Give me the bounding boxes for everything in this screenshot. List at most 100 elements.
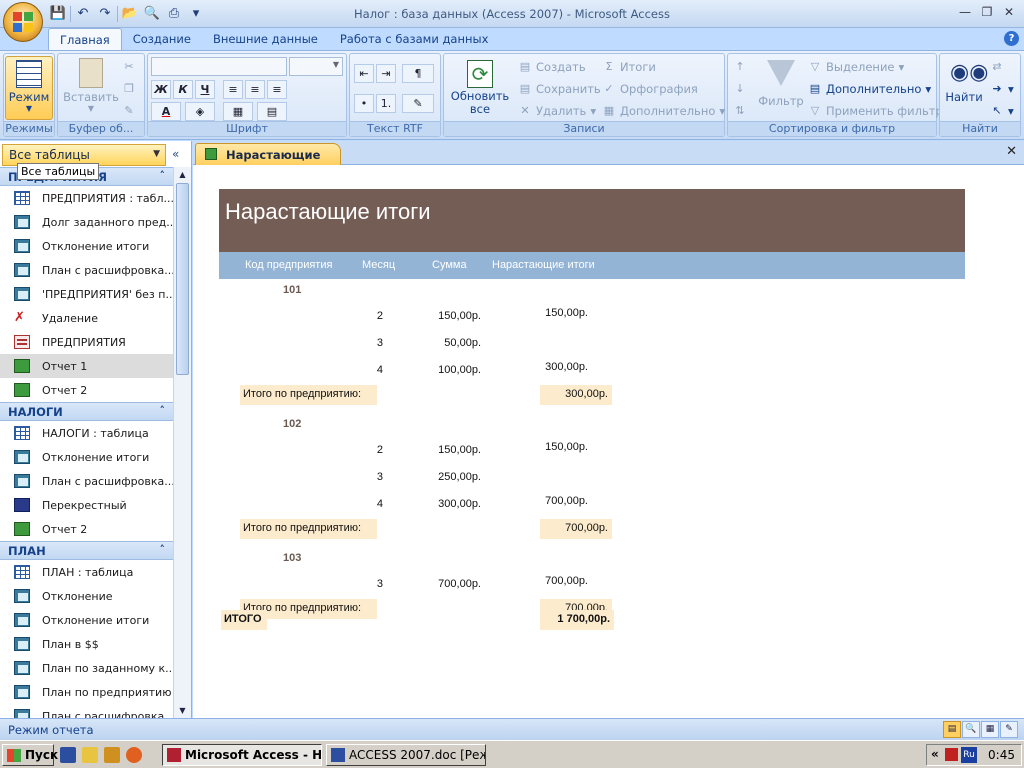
font-color-button[interactable]: A [151,102,181,121]
word-quicklaunch-icon[interactable] [60,747,76,763]
new-record-button[interactable]: ▤ Создать [518,60,586,74]
select-icon[interactable]: ↖ ▾ [990,104,1013,118]
selection-button[interactable]: ▽ Выделение ▾ [808,60,905,74]
decrease-indent-icon[interactable]: ⇤ [354,64,374,83]
nav-item[interactable]: План с расшифровка... [0,704,173,718]
nav-item[interactable]: Долг заданного пред... [0,210,173,234]
advanced-filter-button[interactable]: ▤ Дополнительно ▾ [808,82,931,96]
nav-item[interactable]: Отклонение [0,584,173,608]
nav-item[interactable]: ✗ Удаление [0,306,173,330]
totals-button[interactable]: Σ Итоги [602,60,656,74]
find-button[interactable]: ◉◉ Найти [942,60,988,104]
filter-button[interactable]: Фильтр [758,60,804,108]
format-painter-icon[interactable]: ✎ [122,104,136,118]
nav-item[interactable]: Отчет 2 [0,378,173,402]
taskbar-task-word[interactable]: ACCESS 2007.doc [Режи... [326,744,486,766]
tab-database-tools[interactable]: Работа с базами данных [329,28,500,50]
tray-app-icon[interactable] [945,748,958,761]
nav-item[interactable]: План с расшифровка... [0,258,173,282]
numbering-icon[interactable]: 1. [376,94,396,113]
collapse-pane-icon[interactable]: « [172,147,179,161]
collapse-group-icon[interactable]: ˄ [160,404,166,417]
scroll-down-icon[interactable]: ▼ [174,703,191,718]
nav-item[interactable]: Отклонение итоги [0,234,173,258]
nav-item[interactable]: ПЛАН : таблица [0,560,173,584]
refresh-all-button[interactable]: ⟳ Обновить все [448,60,512,116]
align-right-icon[interactable]: ≡ [267,80,287,99]
scroll-up-icon[interactable]: ▲ [174,167,191,182]
restore-icon[interactable]: ❐ [976,3,998,21]
font-name-combo[interactable] [151,57,287,76]
nav-group-header[interactable]: ПЛАН ˄ [0,541,173,560]
replace-icon[interactable]: ⇄ [990,60,1004,74]
spelling-button[interactable]: ✓ Орфография [602,82,697,96]
nav-item[interactable]: НАЛОГИ : таблица [0,421,173,445]
goto-icon[interactable]: ➜ ▾ [990,82,1013,96]
cut-icon[interactable]: ✂ [122,60,136,74]
font-size-dropdown-icon: ▼ [332,60,339,69]
layout-view-icon[interactable]: ▦ [981,721,999,738]
start-button[interactable]: Пуск [2,744,58,766]
nav-item[interactable]: План с расшифровка... [0,469,173,493]
collapse-group-icon[interactable]: ˄ [160,169,166,182]
nav-item[interactable]: 'ПРЕДПРИЯТИЯ' без п... [0,282,173,306]
save-record-button[interactable]: ▤ Сохранить [518,82,601,96]
gridlines-icon[interactable]: ▦ [223,102,253,121]
bold-button[interactable]: Ж [151,80,171,99]
print-preview-view-icon[interactable]: 🔍 [962,721,980,738]
paste-button[interactable]: Вставить ▼ [62,58,120,113]
help-icon[interactable]: ? [1004,31,1019,46]
taskbar-task-access[interactable]: Microsoft Access - На... [162,744,322,766]
copy-icon[interactable]: ❐ [122,82,136,96]
alternate-fill-icon[interactable]: ▤ [257,102,287,121]
nav-item[interactable]: План по заданному к... [0,656,173,680]
nav-group-header[interactable]: НАЛОГИ ˄ [0,402,173,421]
clear-sort-icon[interactable]: ⇅ [733,104,747,118]
italic-button[interactable]: К [173,80,193,99]
design-view-icon[interactable]: ✎ [1000,721,1018,738]
close-document-icon[interactable]: ✕ [1006,144,1017,159]
paragraph-icon[interactable]: ¶ [402,64,434,83]
nav-scrollbar[interactable]: ▲ ▼ [173,167,191,718]
nav-item[interactable]: План по предприятию [0,680,173,704]
nav-item[interactable]: Отчет 2 [0,517,173,541]
nav-item[interactable]: План в $$ [0,632,173,656]
document-tab[interactable]: Нарастающие итоги [195,143,341,176]
increase-indent-icon[interactable]: ⇥ [376,64,396,83]
report-view-icon[interactable]: ▤ [943,721,961,738]
scroll-thumb[interactable] [176,183,189,375]
fill-color-icon[interactable]: ◈ [185,102,215,121]
view-dropdown-icon: ▼ [25,104,33,113]
nav-item[interactable]: Отклонение итоги [0,445,173,469]
highlight-icon[interactable]: ✎ [402,94,434,113]
align-center-icon[interactable]: ≡ [245,80,265,99]
bullets-icon[interactable]: • [354,94,374,113]
nav-item[interactable]: ПРЕДПРИЯТИЯ [0,330,173,354]
nav-item[interactable]: Отклонение итоги [0,608,173,632]
sort-ascending-icon[interactable]: ↑ [733,60,747,74]
nav-item[interactable]: Отчет 1 [0,354,173,378]
tray-expand-icon[interactable]: « [931,747,939,761]
group-views-label: Режимы [4,121,54,136]
office-button[interactable] [3,2,43,42]
minimize-icon[interactable]: — [954,3,976,21]
nav-item[interactable]: Перекрестный [0,493,173,517]
tab-external-data[interactable]: Внешние данные [202,28,329,50]
sort-descending-icon[interactable]: ↓ [733,82,747,96]
nav-item[interactable]: ПРЕДПРИЯТИЯ : табл... [0,186,173,210]
tab-home[interactable]: Главная [48,28,122,50]
close-icon[interactable]: ✕ [998,3,1020,21]
font-size-combo[interactable]: ▼ [289,57,343,76]
collapse-group-icon[interactable]: ˄ [160,543,166,556]
tab-create[interactable]: Создание [122,28,202,50]
tools-quicklaunch-icon[interactable] [104,747,120,763]
view-button[interactable]: Режим ▼ [5,56,53,120]
firefox-icon[interactable] [126,747,142,763]
align-left-icon[interactable]: ≡ [223,80,243,99]
language-indicator[interactable]: Ru [961,747,977,763]
underline-button[interactable]: Ч [195,80,215,99]
search-quicklaunch-icon[interactable] [82,747,98,763]
delete-record-button[interactable]: ✕ Удалить ▾ [518,104,596,118]
toggle-filter-button[interactable]: ▽ Применить фильтр [808,104,943,118]
more-records-button[interactable]: ▦ Дополнительно ▾ [602,104,725,118]
